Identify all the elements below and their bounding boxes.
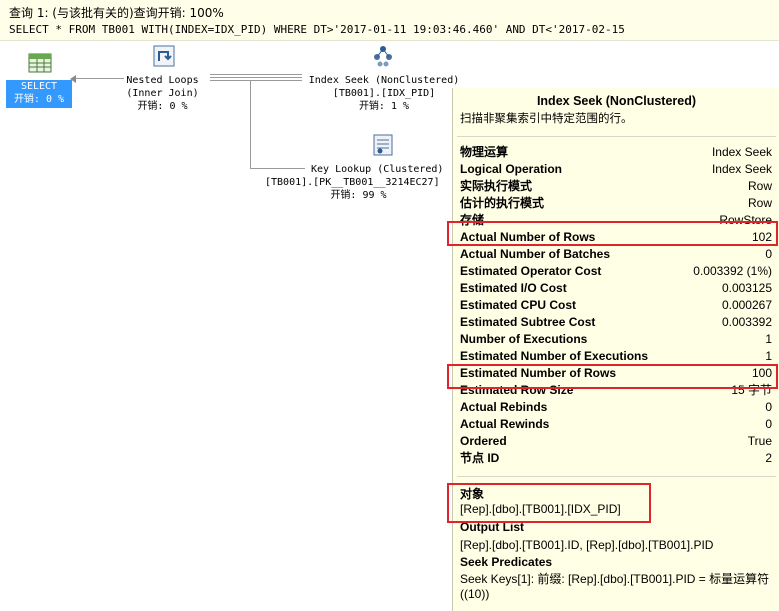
property-label: Logical Operation [460, 162, 563, 176]
tooltip-property-row: Estimated Subtree Cost 0.003392 [460, 314, 772, 331]
nested-loops-sub: (Inner Join) [126, 88, 199, 99]
nested-loops-name: Nested Loops [126, 75, 199, 86]
select-operator[interactable]: SELECT 开销: 0 % [6, 80, 72, 108]
operator-tooltip: Index Seek (NonClustered) 扫描非聚集索引中特定范围的行… [447, 88, 779, 611]
tooltip-property-row: Actual Number of Batches 0 [460, 246, 772, 263]
property-value: 0 [765, 247, 772, 261]
property-label: 估计的执行模式 [460, 196, 545, 210]
key-lookup-operator[interactable]: Key Lookup (Clustered) [TB001].[PK__TB00… [265, 163, 452, 202]
seek-predicates-value: Seek Keys[1]: 前缀: [Rep].[dbo].[TB001].PI… [460, 572, 770, 601]
nested-loops-operator[interactable]: Nested Loops (Inner Join) 开销: 0 % [115, 74, 210, 113]
index-seek-icon[interactable] [371, 44, 395, 68]
property-value: 0.003392 [721, 315, 772, 329]
connector-loops-seek-b [210, 77, 302, 78]
property-value: Index Seek [711, 145, 772, 159]
connector-loops-lookup-v [250, 80, 251, 168]
property-label: 物理运算 [460, 145, 509, 159]
tooltip-property-row: 物理运算 Index Seek [460, 144, 772, 161]
select-operator-cost: 开销: 0 % [13, 94, 65, 105]
index-seek-name: Index Seek (NonClustered) [308, 75, 460, 86]
property-label: Estimated I/O Cost [460, 281, 567, 295]
property-value: 0.003392 (1%) [693, 264, 772, 278]
tooltip-property-row: Number of Executions 1 [460, 331, 772, 348]
property-value: Index Seek [711, 162, 772, 176]
tooltip-property-row: 实际执行模式 Row [460, 178, 772, 195]
nested-loops-cost: 开销: 0 % [137, 101, 188, 112]
key-lookup-sub: [TB001].[PK__TB001__3214EC27] [265, 177, 440, 188]
property-label: Estimated Number of Executions [460, 349, 649, 363]
index-seek-operator[interactable]: Index Seek (NonClustered) [TB001].[IDX_P… [300, 74, 468, 113]
property-label: 实际执行模式 [460, 179, 533, 193]
sql-text-line: SELECT * FROM TB001 WITH(INDEX=IDX_PID) … [9, 23, 625, 36]
highlight-object [447, 483, 651, 523]
property-value: Row [747, 179, 772, 193]
property-value: 0 [765, 417, 772, 431]
connector-loops-seek-c [210, 80, 302, 81]
property-value: True [747, 434, 772, 448]
property-value: 0 [765, 400, 772, 414]
tooltip-property-row: 节点 ID 2 [460, 450, 772, 467]
tooltip-property-row: 估计的执行模式 Row [460, 195, 772, 212]
property-label: Estimated Operator Cost [460, 264, 602, 278]
property-label: Actual Rebinds [460, 400, 548, 414]
nested-loops-icon[interactable] [152, 44, 176, 68]
index-seek-sub: [TB001].[IDX_PID] [332, 88, 436, 99]
query-header: 查询 1: (与该批有关的)查询开销: 100% SELECT * FROM T… [0, 0, 779, 41]
property-label: Ordered [460, 434, 507, 448]
property-label: Number of Executions [460, 332, 588, 346]
property-value: 2 [765, 451, 772, 465]
query-cost-line: 查询 1: (与该批有关的)查询开销: 100% [9, 6, 224, 20]
tooltip-title: Index Seek (NonClustered) [536, 94, 697, 108]
tooltip-property-row: Estimated I/O Cost 0.003125 [460, 280, 772, 297]
key-lookup-cost: 开销: 99 % [330, 190, 387, 201]
key-lookup-icon[interactable] [371, 133, 395, 157]
tooltip-property-row: Estimated Operator Cost 0.003392 (1%) [460, 263, 772, 280]
tooltip-property-row: Logical Operation Index Seek [460, 161, 772, 178]
tooltip-property-row: Actual Rewinds 0 [460, 416, 772, 433]
property-value: 1 [765, 349, 772, 363]
select-operator-name: SELECT [20, 81, 58, 92]
property-value: 1 [765, 332, 772, 346]
tooltip-description: 扫描非聚集索引中特定范围的行。 [460, 113, 633, 125]
seek-predicates-header: Seek Predicates [460, 555, 553, 569]
tooltip-property-row: Actual Rebinds 0 [460, 399, 772, 416]
property-value: Row [747, 196, 772, 210]
property-label: Estimated Subtree Cost [460, 315, 596, 329]
tooltip-property-row: Ordered True [460, 433, 772, 450]
property-label: 节点 ID [460, 451, 500, 465]
tooltip-divider [457, 136, 776, 137]
property-value: 0.000267 [721, 298, 772, 312]
select-operator-icon[interactable] [28, 53, 52, 73]
key-lookup-name: Key Lookup (Clustered) [311, 164, 444, 175]
tooltip-divider [457, 476, 776, 477]
property-label: Actual Number of Batches [460, 247, 611, 261]
property-label: Actual Rewinds [460, 417, 550, 431]
index-seek-cost: 开销: 1 % [358, 101, 410, 112]
highlight-actual-rows [447, 221, 778, 246]
tooltip-property-row: Estimated Number of Executions 1 [460, 348, 772, 365]
tooltip-property-row: Estimated CPU Cost 0.000267 [460, 297, 772, 314]
property-value: 0.003125 [721, 281, 772, 295]
property-label: Estimated CPU Cost [460, 298, 577, 312]
output-list-value: [Rep].[dbo].[TB001].ID, [Rep].[dbo].[TB0… [460, 538, 714, 552]
connector-loops-seek-a [210, 74, 302, 75]
highlight-estimated-rows [447, 364, 778, 389]
